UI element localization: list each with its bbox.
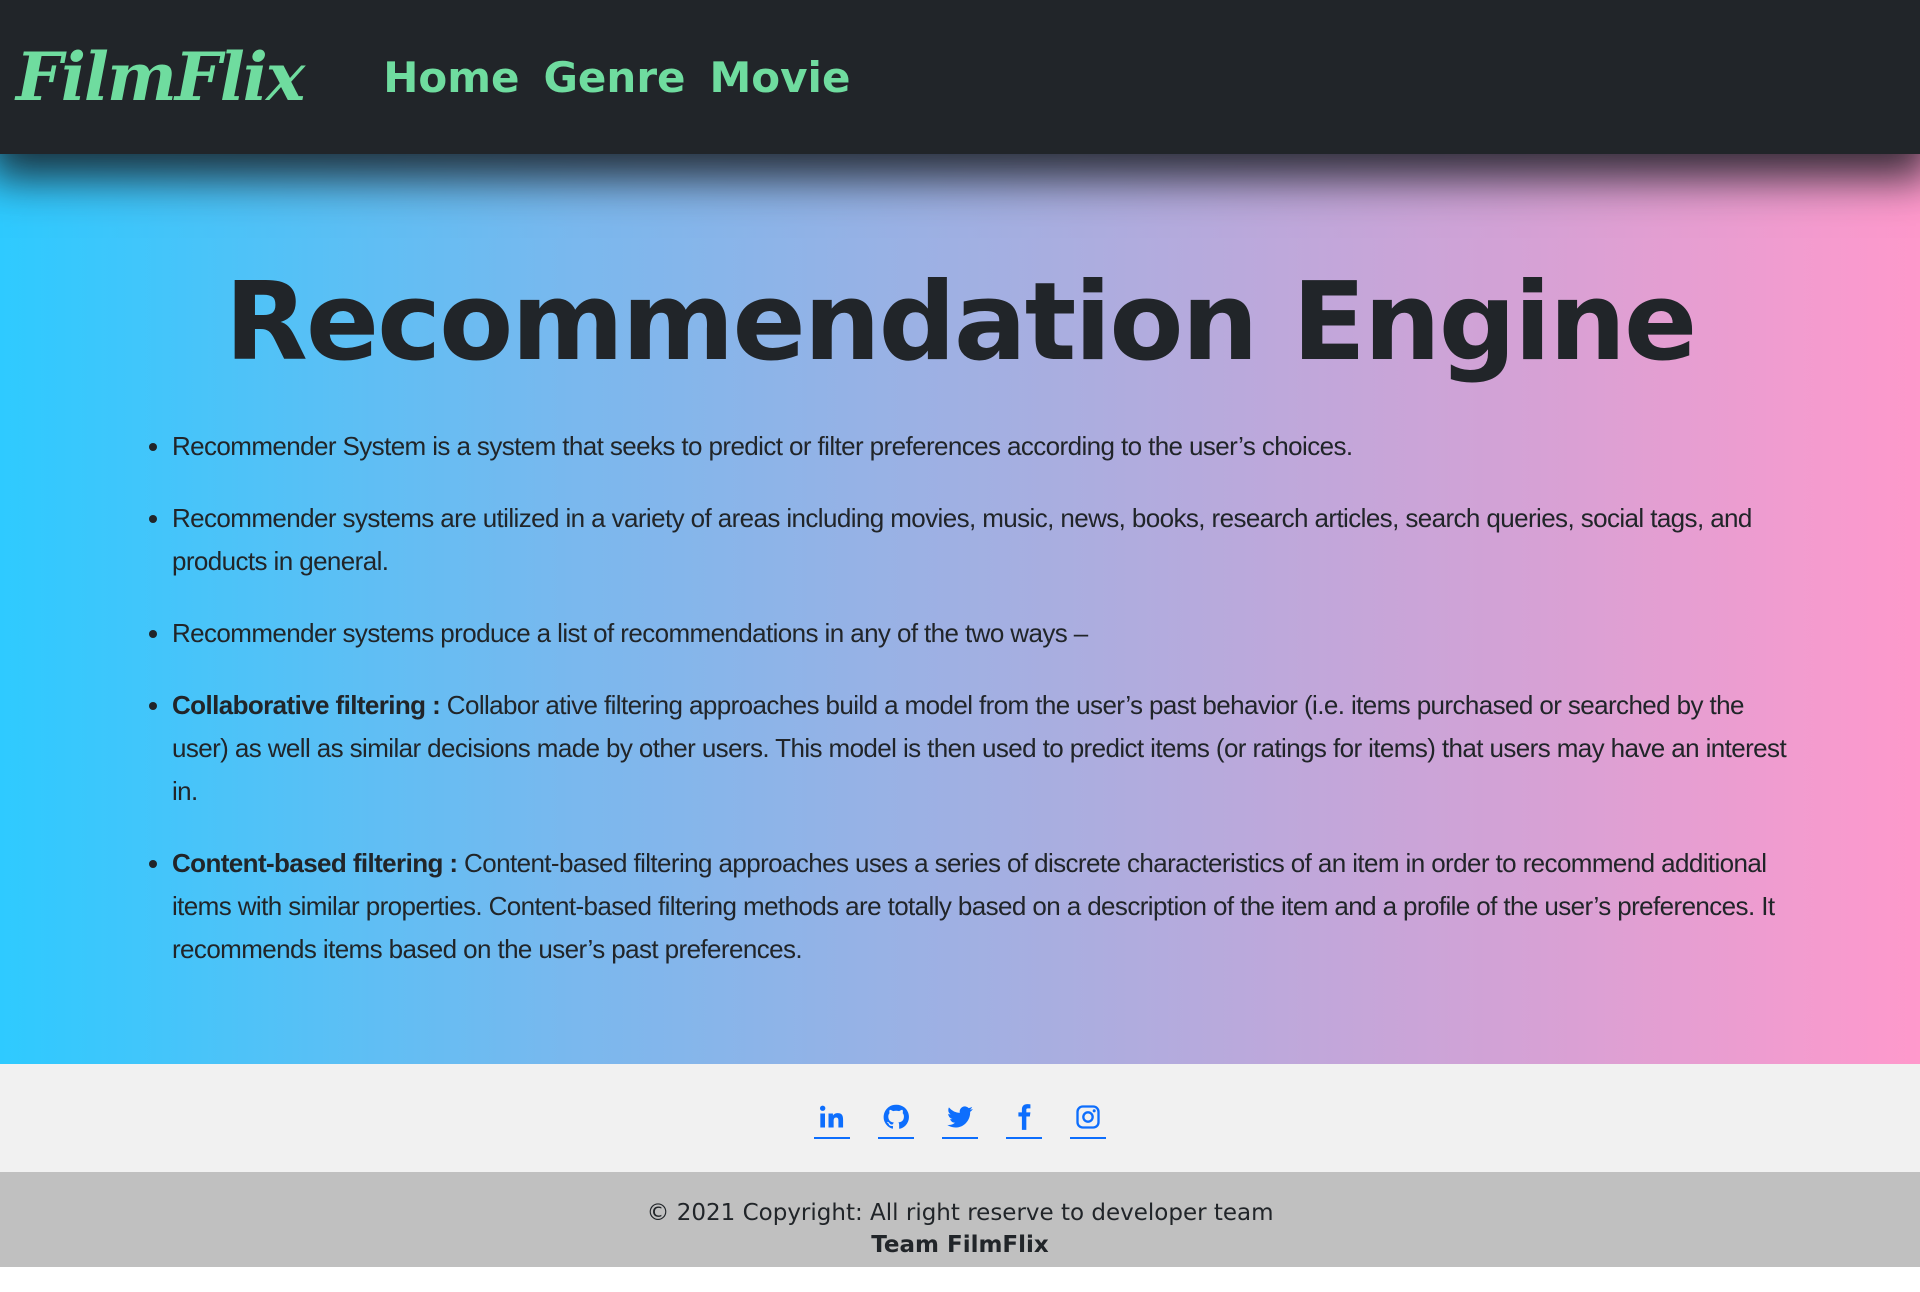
navbar: FilmFlix Home Genre Movie xyxy=(0,0,1920,154)
social-links-bar xyxy=(0,1064,1920,1172)
list-item: Recommender systems are utilized in a va… xyxy=(172,497,1790,583)
list-item: Recommender systems produce a list of re… xyxy=(172,612,1790,655)
nav-links: Home Genre Movie xyxy=(383,53,850,102)
brand-logo[interactable]: FilmFlix xyxy=(16,38,305,116)
list-item: Content-based filtering : Content-based … xyxy=(172,842,1790,971)
facebook-icon[interactable] xyxy=(1006,1097,1042,1139)
nav-link-home[interactable]: Home xyxy=(383,53,519,102)
nav-link-movie[interactable]: Movie xyxy=(710,53,851,102)
team-name: Team FilmFlix xyxy=(871,1232,1049,1258)
github-icon[interactable] xyxy=(878,1097,914,1139)
nav-link-genre[interactable]: Genre xyxy=(543,53,685,102)
instagram-icon[interactable] xyxy=(1070,1097,1106,1139)
list-item-term: Collaborative filtering : xyxy=(172,690,441,720)
list-item: Collaborative filtering : Collabor ative… xyxy=(172,684,1790,813)
list-item-text: Recommender systems produce a list of re… xyxy=(172,618,1088,648)
page-title: Recommendation Engine xyxy=(224,260,1697,385)
linkedin-icon[interactable] xyxy=(814,1097,850,1139)
list-item: Recommender System is a system that seek… xyxy=(172,425,1790,468)
list-item-text: Recommender systems are utilized in a va… xyxy=(172,503,1752,576)
twitter-icon[interactable] xyxy=(942,1097,978,1139)
copyright-footer: © 2021 Copyright: All right reserve to d… xyxy=(0,1172,1920,1267)
list-item-text: Recommender System is a system that seek… xyxy=(172,431,1353,461)
hero-section: Recommendation Engine Recommender System… xyxy=(0,154,1920,1064)
info-list: Recommender System is a system that seek… xyxy=(0,425,1920,971)
list-item-term: Content-based filtering : xyxy=(172,848,458,878)
copyright-text: © 2021 Copyright: All right reserve to d… xyxy=(646,1200,1274,1226)
